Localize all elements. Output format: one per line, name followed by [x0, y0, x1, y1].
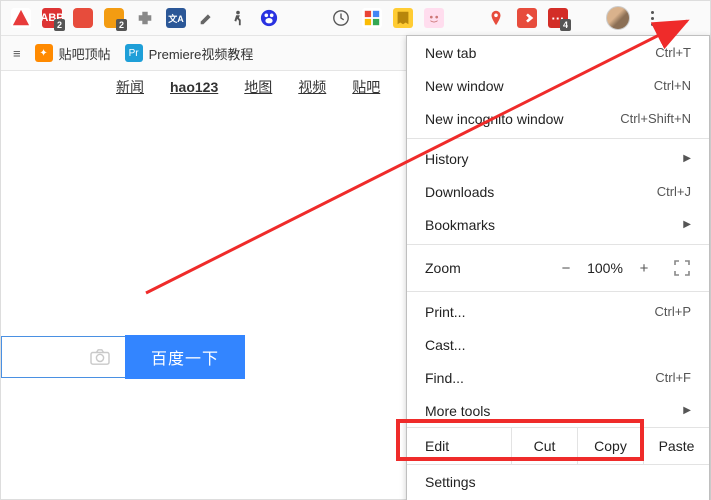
ext-icon-translate[interactable]: 文A: [166, 8, 186, 28]
nav-hao123[interactable]: hao123: [170, 79, 218, 95]
menu-downloads[interactable]: DownloadsCtrl+J: [407, 175, 709, 208]
menu-edit-row: Edit Cut Copy Paste: [407, 427, 709, 465]
ext-icon-red[interactable]: [73, 8, 93, 28]
menu-settings[interactable]: Settings: [407, 465, 709, 498]
ext-icon-lastpass[interactable]: ···4: [548, 8, 568, 28]
ext-icon-pin[interactable]: [486, 8, 506, 28]
ext-icon-note[interactable]: [393, 8, 413, 28]
extensions-row: ABP2 2 文A ···4: [1, 1, 710, 36]
ext-icon-pdf[interactable]: [11, 8, 31, 28]
zoom-in[interactable]: +: [629, 260, 659, 277]
menu-history[interactable]: History▶: [407, 142, 709, 175]
search-bar: 百度一下: [1, 335, 245, 379]
menu-new-incognito[interactable]: New incognito windowCtrl+Shift+N: [407, 102, 709, 135]
bookmark-tieba[interactable]: ✦ 贴吧顶帖: [35, 44, 111, 63]
ext-icon-cat[interactable]: [424, 8, 444, 28]
menu-cast[interactable]: Cast...: [407, 328, 709, 361]
camera-icon[interactable]: [89, 348, 111, 366]
chrome-menu: New tabCtrl+T New windowCtrl+N New incog…: [406, 35, 710, 500]
nav-video[interactable]: 视频: [298, 77, 326, 97]
profile-avatar[interactable]: [606, 6, 630, 30]
nav-tieba[interactable]: 贴吧: [352, 77, 380, 97]
menu-new-window[interactable]: New windowCtrl+N: [407, 69, 709, 102]
menu-paste[interactable]: Paste: [643, 428, 709, 464]
chrome-menu-button[interactable]: [641, 7, 663, 29]
nav-news[interactable]: 新闻: [116, 77, 144, 97]
bookmark-premiere[interactable]: Pr Premiere视频教程: [125, 44, 254, 63]
ext-icon-arrow[interactable]: [517, 8, 537, 28]
tieba-icon: ✦: [35, 44, 53, 62]
fullscreen-icon[interactable]: [673, 259, 691, 277]
search-input-box[interactable]: [1, 336, 125, 378]
menu-bookmarks[interactable]: Bookmarks▶: [407, 208, 709, 241]
zoom-out[interactable]: −: [551, 260, 581, 277]
menu-copy[interactable]: Copy: [577, 428, 643, 464]
ext-icon-orange[interactable]: 2: [104, 8, 124, 28]
menu-more-tools[interactable]: More tools▶: [407, 394, 709, 427]
ext-icon-puzzle[interactable]: [135, 8, 155, 28]
ext-icon-google[interactable]: [362, 8, 382, 28]
menu-cut[interactable]: Cut: [511, 428, 577, 464]
ext-icon-baidu[interactable]: [259, 8, 279, 28]
menu-find[interactable]: Find...Ctrl+F: [407, 361, 709, 394]
ext-icon-walk[interactable]: [228, 8, 248, 28]
bookmarks-label: ≡: [13, 46, 21, 61]
menu-new-tab[interactable]: New tabCtrl+T: [407, 36, 709, 69]
ext-icon-brush[interactable]: [197, 8, 217, 28]
nav-map[interactable]: 地图: [244, 77, 272, 97]
search-button[interactable]: 百度一下: [125, 335, 245, 379]
menu-zoom: Zoom − 100% +: [407, 248, 709, 288]
zoom-value: 100%: [581, 260, 629, 276]
ext-icon-clock[interactable]: [331, 8, 351, 28]
premiere-icon: Pr: [125, 44, 143, 62]
menu-print[interactable]: Print...Ctrl+P: [407, 295, 709, 328]
ext-icon-abp[interactable]: ABP2: [42, 8, 62, 28]
